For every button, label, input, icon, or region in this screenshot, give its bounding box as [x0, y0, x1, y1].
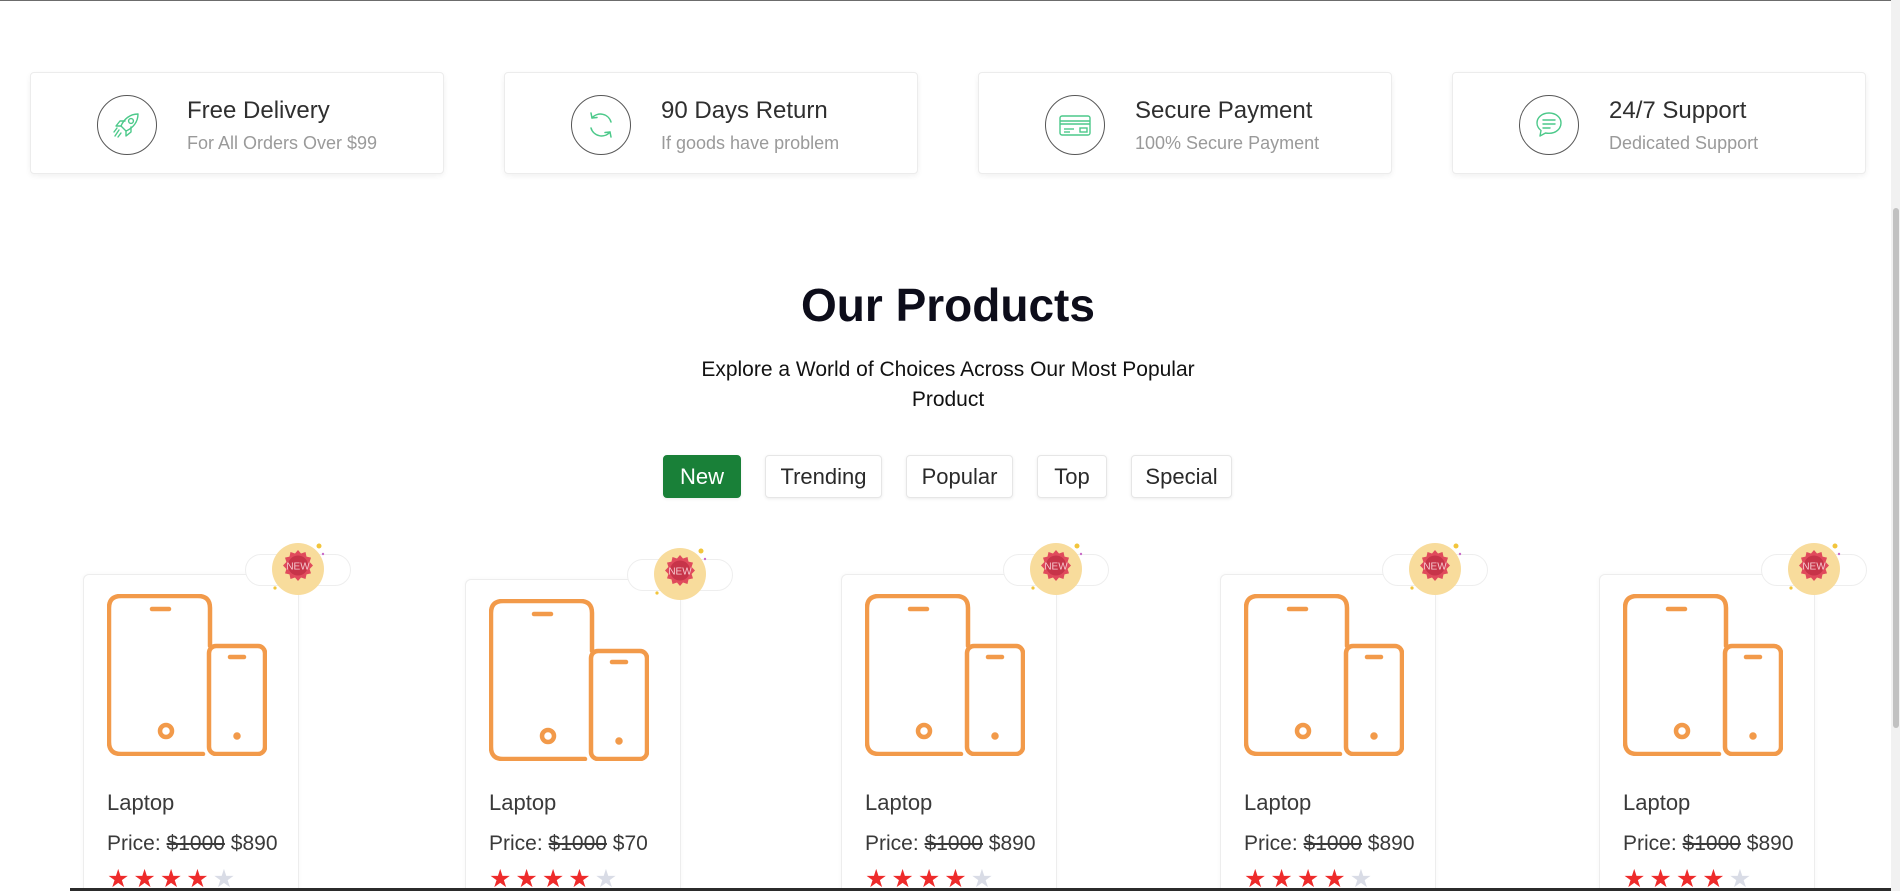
features-row: Free Delivery For All Orders Over $99 90… — [30, 72, 1866, 174]
star-filled-icon: ★ — [107, 864, 134, 891]
star-filled-icon: ★ — [133, 864, 160, 891]
star-filled-icon: ★ — [515, 864, 542, 891]
product-price: Price: $1000 $890 — [107, 832, 278, 855]
star-filled-icon: ★ — [944, 864, 971, 891]
feature-returns: 90 Days Return If goods have problem — [504, 72, 918, 174]
feature-support: 24/7 Support Dedicated Support — [1452, 72, 1866, 174]
feature-secure-payment: Secure Payment 100% Secure Payment — [978, 72, 1392, 174]
product-card[interactable]: NEW Laptop Price: $1000 $890 ★★★★★ — [83, 543, 351, 891]
product-card[interactable]: NEW Laptop Price: $1000 $890 ★★★★★ — [1599, 543, 1867, 891]
star-filled-icon: ★ — [1244, 864, 1271, 891]
star-filled-icon: ★ — [1323, 864, 1350, 891]
feature-free-delivery: Free Delivery For All Orders Over $99 — [30, 72, 444, 174]
star-filled-icon: ★ — [568, 864, 595, 891]
feature-title: 90 Days Return — [661, 97, 828, 124]
star-filled-icon: ★ — [159, 864, 187, 891]
star-filled-icon: ★ — [489, 864, 516, 891]
badge-label: NEW — [668, 567, 692, 578]
feature-subtitle: 100% Secure Payment — [1135, 133, 1320, 153]
current-price: $890 — [988, 832, 1036, 855]
tablet-phone-icon — [1244, 594, 1404, 756]
feature-title: 24/7 Support — [1609, 97, 1747, 124]
product-name: Laptop — [489, 790, 557, 815]
badge-label: NEW — [1423, 562, 1447, 573]
page-scrollbar[interactable] — [1891, 0, 1900, 891]
product-filter-tabs: New Trending Popular Top Special — [0, 455, 1896, 498]
old-price: $1000 — [1303, 832, 1362, 855]
current-price: $890 — [230, 832, 278, 855]
product-price: Price: $1000 $70 — [489, 832, 648, 855]
star-filled-icon: ★ — [1296, 864, 1324, 891]
product-card[interactable]: NEW Laptop Price: $1000 $890 ★★★★★ — [841, 543, 1109, 891]
tab-top[interactable]: Top — [1037, 455, 1107, 498]
star-filled-icon: ★ — [1675, 864, 1703, 891]
new-badge-icon: NEW — [1409, 543, 1462, 595]
section-title: Our Products — [801, 279, 1095, 331]
tablet-phone-icon — [489, 599, 649, 761]
feature-subtitle: For All Orders Over $99 — [187, 133, 378, 153]
star-empty-icon: ★ — [212, 864, 240, 891]
tablet-phone-icon — [1623, 594, 1783, 756]
tab-new[interactable]: New — [663, 455, 741, 498]
star-filled-icon: ★ — [186, 864, 213, 891]
section-subtitle: Explore a World of Choices Across Our Mo… — [701, 358, 1195, 411]
current-price: $890 — [1367, 832, 1415, 855]
badge-label: NEW — [1044, 562, 1068, 573]
star-empty-icon: ★ — [1349, 864, 1377, 891]
current-price: $70 — [612, 832, 648, 855]
product-price: Price: $1000 $890 — [865, 832, 1036, 855]
feature-subtitle: Dedicated Support — [1609, 133, 1759, 153]
rocket-icon — [97, 95, 157, 155]
tablet-phone-icon — [107, 594, 267, 756]
feature-subtitle: If goods have problem — [661, 133, 840, 153]
chat-icon — [1519, 95, 1579, 155]
product-name: Laptop — [107, 790, 175, 815]
product-card[interactable]: NEW Laptop Price: $1000 $70 ★★★★★ — [465, 548, 733, 891]
star-filled-icon: ★ — [1649, 864, 1676, 891]
new-badge-icon: NEW — [654, 548, 707, 600]
star-filled-icon: ★ — [1270, 864, 1297, 891]
star-empty-icon: ★ — [970, 864, 998, 891]
star-filled-icon: ★ — [865, 864, 892, 891]
old-price: $1000 — [924, 832, 983, 855]
refresh-icon — [571, 95, 631, 155]
product-name: Laptop — [1244, 790, 1312, 815]
old-price: $1000 — [548, 832, 607, 855]
new-badge-icon: NEW — [272, 543, 325, 595]
tab-special[interactable]: Special — [1131, 455, 1232, 498]
current-price: $890 — [1746, 832, 1794, 855]
star-filled-icon: ★ — [541, 864, 569, 891]
star-filled-icon: ★ — [1702, 864, 1729, 891]
top-border — [0, 0, 1900, 1]
scrollbar-thumb[interactable] — [1893, 208, 1899, 728]
product-card[interactable]: NEW Laptop Price: $1000 $890 ★★★★★ — [1220, 543, 1488, 891]
old-price: $1000 — [166, 832, 225, 855]
new-badge-icon: NEW — [1030, 543, 1083, 595]
credit-card-icon — [1045, 95, 1105, 155]
product-price: Price: $1000 $890 — [1623, 832, 1794, 855]
tablet-phone-icon — [865, 594, 1025, 756]
star-empty-icon: ★ — [1728, 864, 1756, 891]
star-filled-icon: ★ — [891, 864, 918, 891]
product-price: Price: $1000 $890 — [1244, 832, 1415, 855]
new-badge-icon: NEW — [1788, 543, 1841, 595]
product-name: Laptop — [865, 790, 933, 815]
feature-title: Free Delivery — [187, 97, 330, 124]
tab-popular[interactable]: Popular — [906, 455, 1013, 498]
product-name: Laptop — [1623, 790, 1691, 815]
badge-label: NEW — [286, 562, 310, 573]
star-filled-icon: ★ — [1623, 864, 1650, 891]
star-filled-icon: ★ — [917, 864, 945, 891]
badge-label: NEW — [1802, 562, 1826, 573]
feature-title: Secure Payment — [1135, 97, 1313, 124]
star-empty-icon: ★ — [594, 864, 622, 891]
old-price: $1000 — [1682, 832, 1741, 855]
tab-trending[interactable]: Trending — [765, 455, 882, 498]
